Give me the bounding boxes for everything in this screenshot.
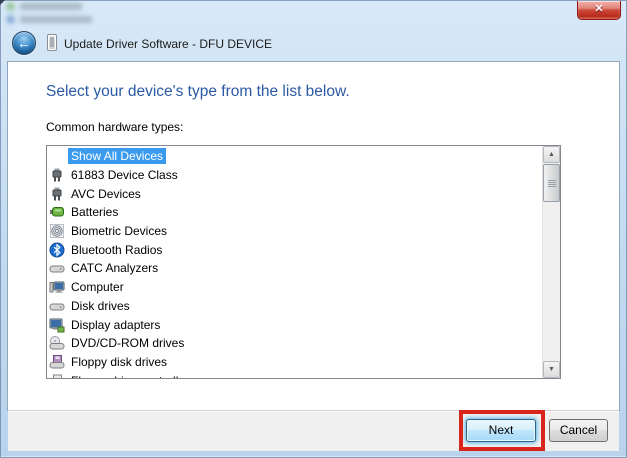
list-item-label: Computer bbox=[68, 279, 127, 295]
bluetooth-icon bbox=[49, 242, 65, 258]
list-item-label: AVC Devices bbox=[68, 186, 144, 202]
list-item-label: Show All Devices bbox=[68, 148, 166, 164]
page-title: Select your device's type from the list … bbox=[46, 83, 350, 101]
list-item-label: Batteries bbox=[68, 204, 121, 220]
scroll-up-icon: ▲ bbox=[548, 151, 555, 158]
analyzer-icon bbox=[49, 260, 65, 276]
floppy-controller-icon bbox=[49, 373, 65, 378]
list-item-label: Bluetooth Radios bbox=[68, 242, 165, 258]
list-item-label: 61883 Device Class bbox=[68, 167, 181, 183]
list-item-label: Display adapters bbox=[68, 317, 163, 333]
wizard-footer: Next Cancel bbox=[8, 410, 619, 451]
next-button[interactable]: Next bbox=[466, 419, 536, 442]
close-button[interactable]: ✕ bbox=[577, 1, 621, 20]
hardware-types-listbox: Show All Devices 61883 Device Class AVC … bbox=[46, 145, 561, 379]
hardware-types-label: Common hardware types: bbox=[46, 120, 183, 134]
blurred-icon bbox=[6, 15, 15, 24]
list-item-label: DVD/CD-ROM drives bbox=[68, 335, 187, 351]
list-item-catc-analyzers[interactable]: CATC Analyzers bbox=[47, 259, 543, 278]
close-icon: ✕ bbox=[594, 3, 603, 15]
list-item-avc-devices[interactable]: AVC Devices bbox=[47, 184, 543, 203]
list-item-label: Floppy disk drives bbox=[68, 354, 170, 370]
wizard-page: Select your device's type from the list … bbox=[8, 62, 619, 410]
hardware-types-rows: Show All Devices 61883 Device Class AVC … bbox=[47, 147, 543, 378]
av-device-icon bbox=[49, 186, 65, 202]
computer-icon bbox=[49, 279, 65, 295]
disk-drive-icon bbox=[49, 298, 65, 314]
dvd-drive-icon bbox=[49, 335, 65, 351]
update-driver-wizard-window: ✕ ← Update Driver Software - DFU DEVICE … bbox=[0, 0, 627, 458]
cancel-button[interactable]: Cancel bbox=[549, 419, 608, 442]
blurred-text bbox=[20, 16, 92, 23]
driver-icon bbox=[47, 34, 57, 51]
thumb-grip-icon bbox=[548, 180, 556, 187]
list-item-show-all-devices[interactable]: Show All Devices bbox=[47, 147, 543, 166]
list-item-disk-drives[interactable]: Disk drives bbox=[47, 297, 543, 316]
scrollbar-thumb[interactable] bbox=[543, 164, 560, 202]
window-corner bbox=[0, 0, 10, 10]
list-item-label: Biometric Devices bbox=[68, 223, 170, 239]
list-item-bluetooth-radios[interactable]: Bluetooth Radios bbox=[47, 240, 543, 259]
list-item-label: Floppy drive controllers bbox=[68, 373, 198, 378]
scroll-up-button[interactable]: ▲ bbox=[543, 146, 560, 163]
blurred-text bbox=[20, 3, 82, 10]
list-item-61883-device-class[interactable]: 61883 Device Class bbox=[47, 166, 543, 185]
floppy-drive-icon bbox=[49, 354, 65, 370]
scrollbar[interactable]: ▲ ▼ bbox=[542, 146, 560, 378]
av-device-icon bbox=[49, 167, 65, 183]
list-item-biometric-devices[interactable]: Biometric Devices bbox=[47, 222, 543, 241]
list-item-display-adapters[interactable]: Display adapters bbox=[47, 315, 543, 334]
scroll-down-button[interactable]: ▼ bbox=[543, 361, 560, 378]
back-button[interactable]: ← bbox=[12, 31, 36, 55]
display-adapter-icon bbox=[49, 317, 65, 333]
scroll-down-icon: ▼ bbox=[548, 366, 555, 373]
window-title: Update Driver Software - DFU DEVICE bbox=[64, 37, 272, 51]
list-item-label: Disk drives bbox=[68, 298, 133, 314]
list-item-batteries[interactable]: Batteries bbox=[47, 203, 543, 222]
background-window-blur bbox=[6, 2, 156, 30]
list-item-label: CATC Analyzers bbox=[68, 260, 161, 276]
battery-icon bbox=[49, 204, 65, 220]
list-item-floppy-drive-controllers[interactable]: Floppy drive controllers bbox=[47, 371, 543, 378]
list-item-floppy-disk-drives[interactable]: Floppy disk drives bbox=[47, 353, 543, 372]
list-item-computer[interactable]: Computer bbox=[47, 278, 543, 297]
back-arrow-icon: ← bbox=[17, 35, 31, 51]
fingerprint-icon bbox=[49, 223, 65, 239]
list-item-dvd-cdrom-drives[interactable]: DVD/CD-ROM drives bbox=[47, 334, 543, 353]
